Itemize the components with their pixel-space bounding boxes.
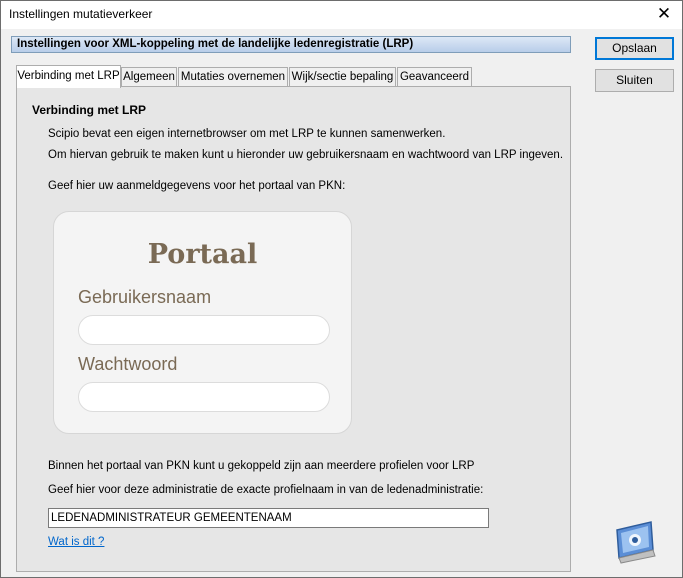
profile-prompt: Geef hier voor deze administratie de exa…: [48, 484, 484, 496]
close-icon[interactable]: ✕: [652, 3, 676, 25]
tab-algemeen[interactable]: Algemeen: [121, 67, 177, 86]
settings-window: Instellingen mutatieverkeer ✕ Instelling…: [0, 0, 683, 578]
password-label: Wachtwoord: [78, 354, 178, 374]
profiles-info: Binnen het portaal van PKN kunt u gekopp…: [48, 460, 475, 472]
username-label: Gebruikersnaam: [78, 287, 212, 307]
scipio-logo-icon: [616, 521, 656, 564]
profile-name-input[interactable]: LEDENADMINISTRATEUR GEMEENTENAAM: [48, 508, 489, 528]
intro-line-1: Scipio bevat een eigen internetbrowser o…: [48, 128, 446, 140]
tab-mutaties-overnemen[interactable]: Mutaties overnemen: [178, 67, 288, 86]
header-bar: Instellingen voor XML-koppeling met de l…: [11, 36, 571, 53]
tab-geavanceerd[interactable]: Geavanceerd: [397, 67, 472, 86]
intro-line-2: Om hiervan gebruik te maken kunt u hiero…: [48, 149, 564, 161]
credentials-prompt: Geef hier uw aanmeldgegevens voor het po…: [48, 180, 346, 192]
tab-verbinding-met-lrp[interactable]: Verbinding met LRP: [16, 65, 121, 88]
tab-wijk-sectie-bepaling[interactable]: Wijk/sectie bepaling: [289, 67, 396, 86]
save-button[interactable]: Opslaan: [595, 37, 674, 60]
username-input[interactable]: [78, 315, 330, 345]
title-bar: Instellingen mutatieverkeer ✕: [1, 1, 682, 29]
tab-panel: Verbinding met LRP Scipio bevat een eige…: [16, 86, 571, 572]
window-title: Instellingen mutatieverkeer: [9, 7, 153, 21]
section-title: Verbinding met LRP: [32, 103, 147, 117]
portal-login-card: Portaal Gebruikersnaam Wachtwoord: [53, 211, 352, 434]
help-link[interactable]: Wat is dit ?: [48, 536, 104, 548]
close-button[interactable]: Sluiten: [595, 69, 674, 92]
password-input[interactable]: [78, 382, 330, 412]
portal-title: Portaal: [147, 239, 258, 270]
